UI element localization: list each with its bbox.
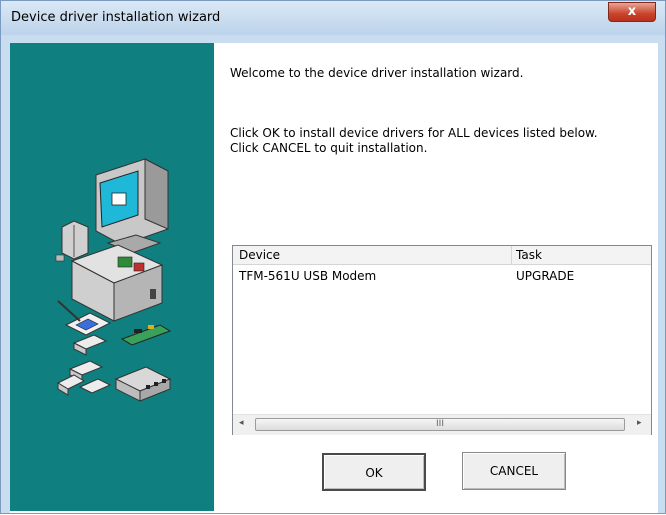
welcome-text: Welcome to the device driver installatio… — [230, 66, 524, 80]
computer-hardware-illustration — [55, 158, 172, 402]
row-device-cell: TFM-561U USB Modem — [239, 269, 377, 283]
modem-icon — [55, 220, 89, 262]
pc-card-icon — [72, 334, 108, 356]
column-header-device[interactable]: Device — [239, 248, 280, 262]
device-list[interactable]: Device Task TFM-561U USB Modem UPGRADE ◂… — [232, 245, 652, 435]
scroll-left-icon[interactable]: ◂ — [239, 418, 244, 428]
title-bar[interactable]: Device driver installation wizard x — [1, 1, 665, 35]
wizard-window: Device driver installation wizard x Welc… — [0, 0, 666, 514]
monitor-icon — [95, 158, 169, 254]
scroll-right-icon[interactable]: ▸ — [637, 418, 642, 428]
close-button[interactable]: x — [608, 2, 656, 22]
cancel-button[interactable]: CANCEL — [462, 452, 566, 490]
wizard-body: Welcome to the device driver installatio… — [10, 43, 658, 513]
horizontal-scrollbar[interactable]: ◂ III ▸ — [233, 414, 651, 435]
computer-case-icon — [70, 244, 164, 322]
window-title: Device driver installation wizard — [11, 10, 221, 25]
column-divider[interactable] — [511, 246, 512, 264]
network-hub-icon — [114, 366, 172, 402]
column-header-task[interactable]: Task — [516, 248, 542, 262]
ok-button[interactable]: OK — [322, 453, 426, 491]
device-list-header: Device Task — [233, 246, 651, 265]
row-task-cell: UPGRADE — [516, 269, 575, 283]
network-card-icon — [120, 324, 172, 346]
instructions-text: Click OK to install device drivers for A… — [230, 126, 598, 155]
scrollbar-thumb[interactable]: III — [255, 418, 625, 431]
wizard-side-panel — [10, 43, 214, 511]
